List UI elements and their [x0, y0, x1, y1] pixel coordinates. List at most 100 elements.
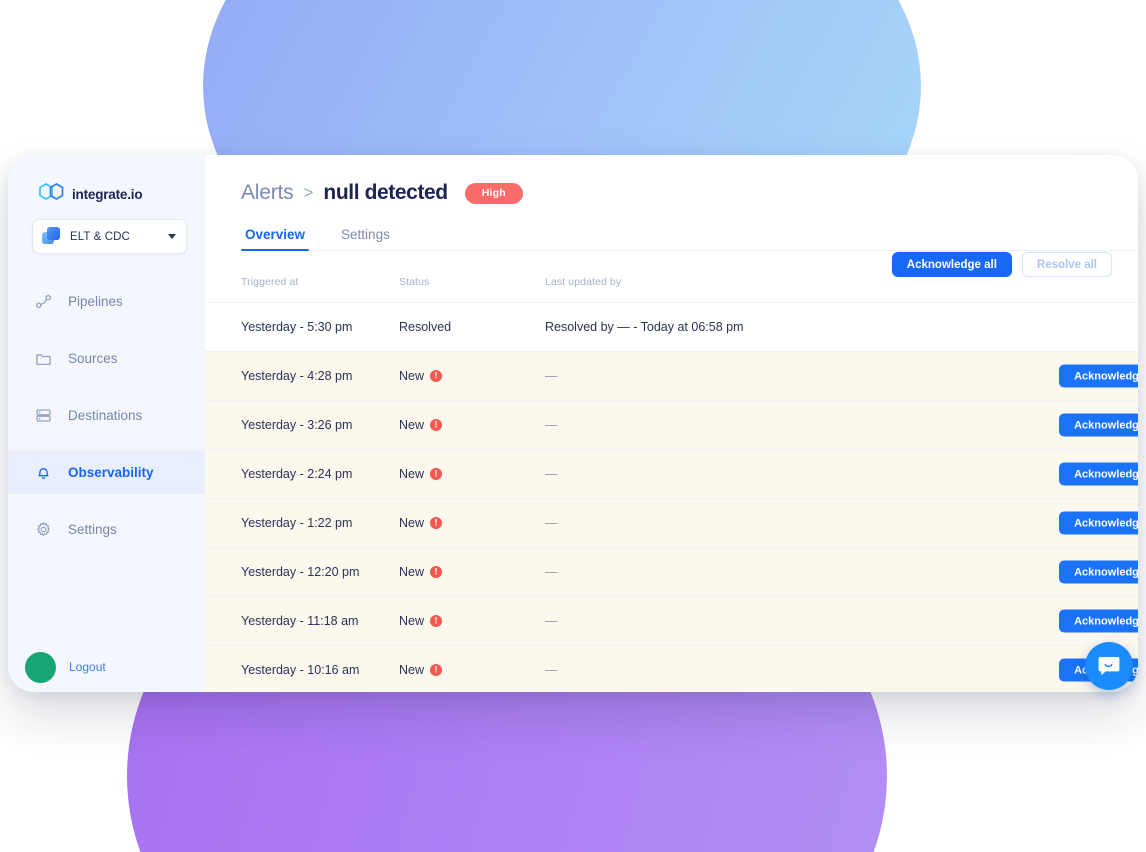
project-selector[interactable]: ELT & CDC: [32, 219, 187, 254]
cell-status: New !: [399, 565, 545, 579]
cell-status: New !: [399, 614, 545, 628]
status-text: New: [399, 565, 425, 579]
chat-bubble-icon: [1098, 657, 1120, 676]
column-header-triggered-at: Triggered at: [241, 276, 299, 288]
gear-icon: [34, 521, 52, 539]
acknowledge-button[interactable]: Acknowledge: [1059, 462, 1138, 486]
sidebar-item-label: Destinations: [68, 408, 143, 423]
tab-overview[interactable]: Overview: [241, 227, 310, 251]
cell-status: New !: [399, 663, 545, 677]
cell-triggered-at: Yesterday - 11:18 am: [241, 614, 359, 628]
cell-last-updated-by: —: [545, 663, 558, 677]
cell-triggered-at: Yesterday - 3:26 pm: [241, 418, 353, 432]
column-header-last-updated-by: Last updated by: [545, 276, 622, 288]
chevron-down-icon: [168, 234, 176, 239]
tab-bar: Overview Settings: [241, 227, 1138, 251]
cell-triggered-at: Yesterday - 2:24 pm: [241, 467, 353, 481]
bell-icon: [34, 464, 52, 482]
cell-triggered-at: Yesterday - 12:20 pm: [241, 565, 360, 579]
status-text: New: [399, 663, 425, 677]
table-row[interactable]: Yesterday - 12:20 pm New ! — Acknowledge: [205, 547, 1138, 596]
alert-exclamation-icon: !: [430, 517, 443, 529]
status-text: New: [399, 467, 425, 481]
cell-last-updated-by: —: [545, 516, 558, 530]
chat-launcher-button[interactable]: [1085, 642, 1133, 690]
alert-exclamation-icon: !: [430, 566, 443, 578]
sidebar-item-pipelines[interactable]: Pipelines: [8, 280, 205, 323]
acknowledge-button[interactable]: Acknowledge: [1059, 511, 1138, 535]
alert-exclamation-icon: !: [430, 419, 443, 431]
cell-last-updated-by: —: [545, 614, 558, 628]
logout-link[interactable]: Logout: [69, 660, 106, 674]
cell-last-updated-by: —: [545, 369, 558, 383]
cell-triggered-at: Yesterday - 4:28 pm: [241, 369, 353, 383]
hexagon-pair-icon: [39, 183, 64, 200]
folder-icon: [34, 350, 52, 368]
cell-triggered-at: Yesterday - 5:30 pm: [241, 320, 353, 334]
sidebar-item-label: Settings: [68, 522, 117, 537]
database-icon: [34, 407, 52, 425]
alerts-table: Triggered at Status Last updated by Yest…: [205, 276, 1138, 692]
cell-status: New !: [399, 369, 545, 383]
table-row[interactable]: Yesterday - 5:30 pm Resolved Resolved by…: [205, 302, 1138, 351]
project-cube-icon: [42, 227, 61, 246]
app-window-card: integrate.io ELT & CDC Pipelines Sources…: [8, 155, 1138, 692]
avatar[interactable]: [25, 651, 56, 683]
table-row[interactable]: Yesterday - 4:28 pm New ! — Acknowledge: [205, 351, 1138, 400]
sidebar-item-settings[interactable]: Settings: [8, 508, 205, 551]
table-row[interactable]: Yesterday - 11:18 am New ! — Acknowledge: [205, 596, 1138, 645]
sidebar-item-sources[interactable]: Sources: [8, 337, 205, 380]
cell-status: Resolved: [399, 320, 545, 334]
status-text: New: [399, 369, 425, 383]
sidebar-item-label: Sources: [68, 351, 118, 366]
table-row[interactable]: Yesterday - 2:24 pm New ! — Acknowledge: [205, 449, 1138, 498]
table-row[interactable]: Yesterday - 3:26 pm New ! — Acknowledge: [205, 400, 1138, 449]
brand-logo-area[interactable]: integrate.io: [8, 155, 205, 207]
brand-name: integrate.io: [72, 186, 143, 202]
main-content: Alerts > null detected High Overview Set…: [205, 155, 1138, 692]
status-badge: High: [464, 182, 523, 204]
sidebar-footer: Logout: [8, 642, 205, 692]
acknowledge-button[interactable]: Acknowledge: [1059, 560, 1138, 584]
cell-status: New !: [399, 467, 545, 481]
acknowledge-button[interactable]: Acknowledge: [1059, 364, 1138, 388]
bulk-actions: Acknowledge all Resolve all: [891, 252, 1112, 277]
status-text: Resolved: [399, 320, 452, 334]
alert-exclamation-icon: !: [430, 370, 443, 382]
tab-settings[interactable]: Settings: [337, 227, 394, 251]
sidebar-item-observability[interactable]: Observability: [8, 451, 205, 494]
alert-exclamation-icon: !: [430, 468, 443, 480]
cell-status: New !: [399, 418, 545, 432]
screenshot-stage: integrate.io ELT & CDC Pipelines Sources…: [0, 0, 1146, 852]
table-header-row: Triggered at Status Last updated by: [205, 276, 1138, 302]
cell-last-updated-by: —: [545, 418, 558, 432]
table-row[interactable]: Yesterday - 10:16 am New ! — Acknowledge: [205, 645, 1138, 692]
cell-triggered-at: Yesterday - 10:16 am: [241, 663, 360, 677]
cell-status: New !: [399, 516, 545, 530]
cell-last-updated-by: Resolved by — - Today at 06:58 pm: [545, 320, 744, 334]
acknowledge-all-button[interactable]: Acknowledge all: [891, 252, 1012, 277]
alert-exclamation-icon: !: [430, 615, 443, 627]
pipeline-icon: [34, 293, 52, 311]
status-text: New: [399, 614, 425, 628]
sidebar-item-label: Pipelines: [68, 294, 123, 309]
status-text: New: [399, 418, 425, 432]
page-title: null detected: [323, 181, 448, 204]
breadcrumb-separator-icon: >: [303, 183, 314, 202]
sidebar-item-destinations[interactable]: Destinations: [8, 394, 205, 437]
column-header-status: Status: [399, 276, 430, 288]
project-selector-label: ELT & CDC: [70, 230, 130, 243]
cell-triggered-at: Yesterday - 1:22 pm: [241, 516, 353, 530]
sidebar-nav: Pipelines Sources Destinations Observabi…: [8, 280, 205, 551]
alert-exclamation-icon: !: [430, 664, 443, 676]
cell-last-updated-by: —: [545, 565, 558, 579]
acknowledge-button[interactable]: Acknowledge: [1059, 413, 1138, 437]
acknowledge-button[interactable]: Acknowledge: [1059, 609, 1138, 633]
status-text: New: [399, 516, 425, 530]
breadcrumb-root-link[interactable]: Alerts: [241, 181, 294, 205]
breadcrumb: Alerts > null detected High: [205, 155, 1138, 205]
table-row[interactable]: Yesterday - 1:22 pm New ! — Acknowledge: [205, 498, 1138, 547]
resolve-all-button[interactable]: Resolve all: [1021, 252, 1112, 277]
sidebar-item-label: Observability: [68, 465, 154, 480]
sidebar: integrate.io ELT & CDC Pipelines Sources…: [8, 155, 205, 692]
